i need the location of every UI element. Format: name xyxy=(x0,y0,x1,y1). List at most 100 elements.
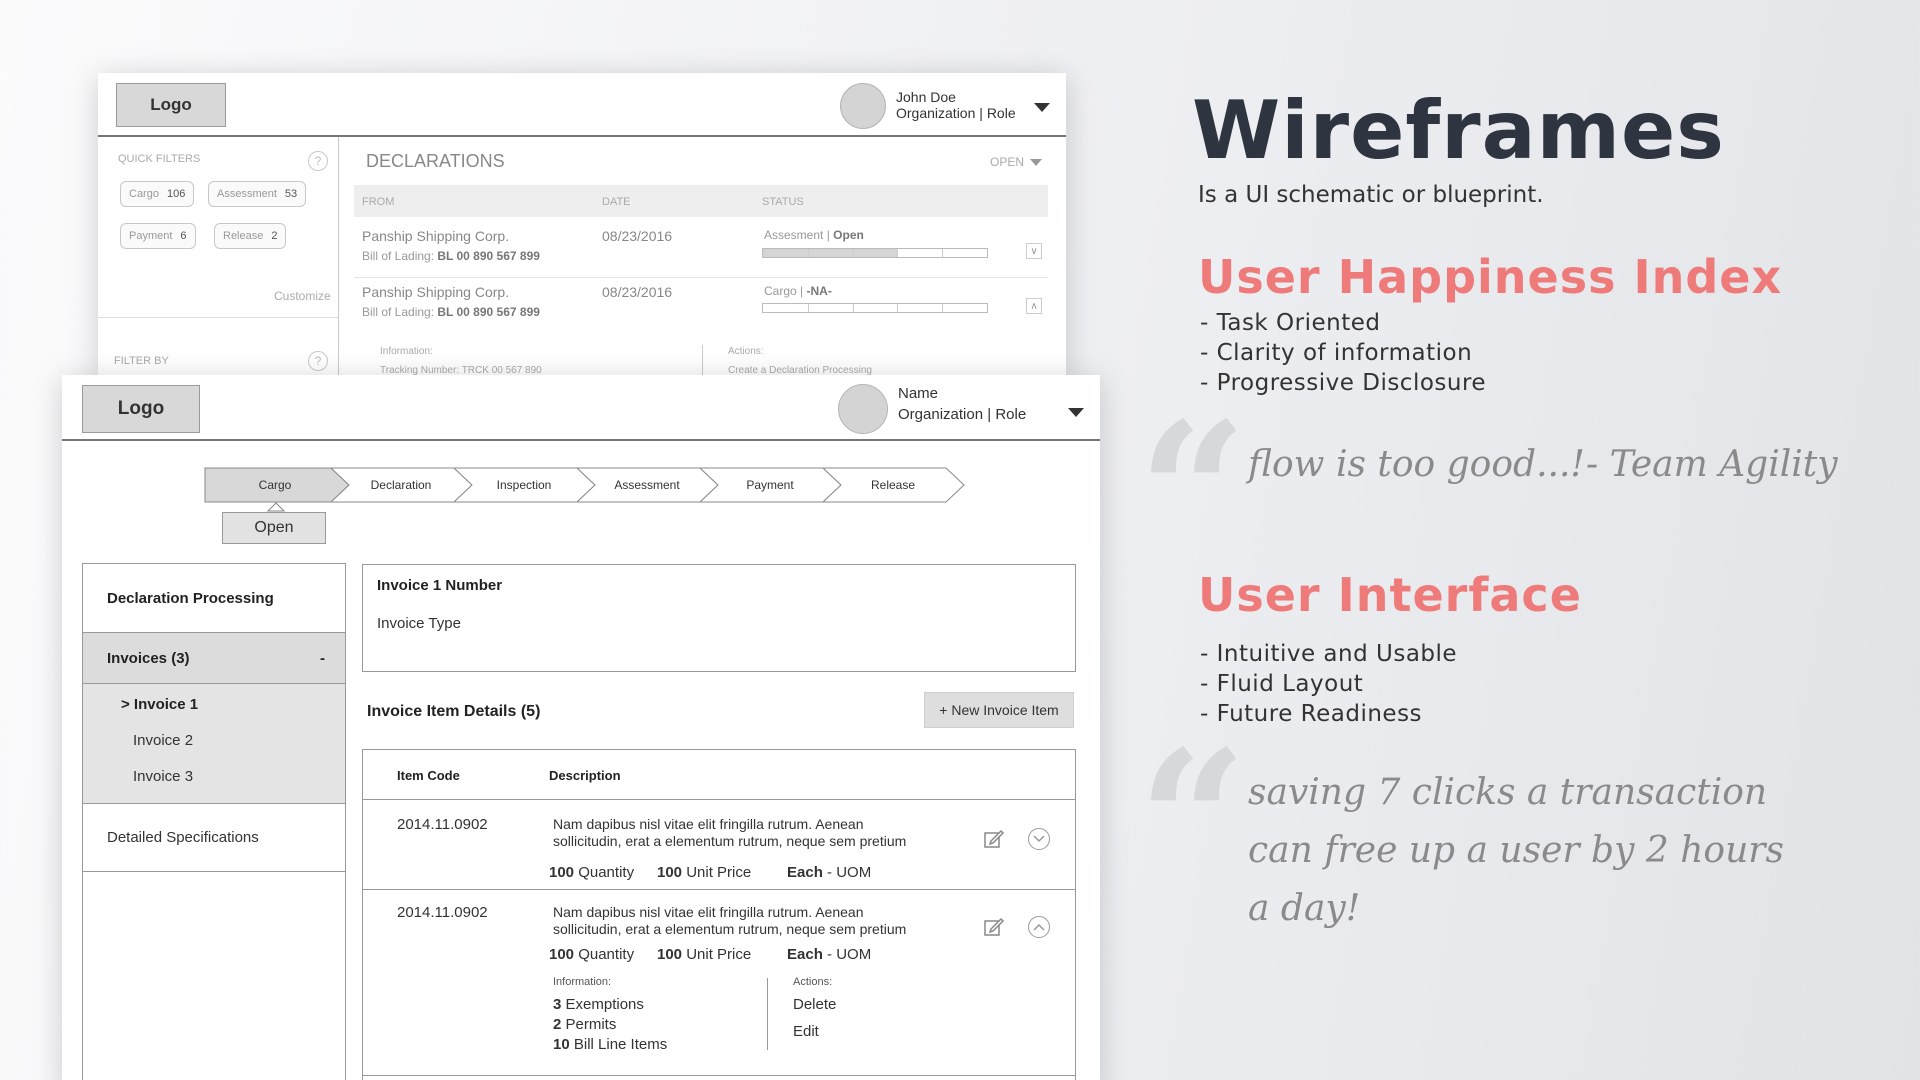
collapse-icon[interactable] xyxy=(1028,916,1050,938)
invoice-header-panel: Invoice 1 Number Invoice Type xyxy=(362,564,1076,672)
progress-tick xyxy=(852,249,854,257)
col-description: Description xyxy=(549,768,621,783)
logo[interactable]: Logo xyxy=(82,385,200,433)
sidebar-item-invoices[interactable]: Invoices (3) - xyxy=(83,632,345,684)
item-quantity: 100 Quantity xyxy=(549,864,635,881)
filter-pill-cargo[interactable]: Cargo 106 xyxy=(120,181,195,207)
col-date: DATE xyxy=(602,196,631,208)
sidebar-divider xyxy=(338,137,339,375)
info-permits: 2 Permits xyxy=(553,1016,617,1033)
status-filter[interactable]: OPEN xyxy=(990,155,1024,169)
quote-text: can free up a user by 2 hours xyxy=(1248,830,1784,871)
collapse-icon[interactable]: - xyxy=(320,650,325,667)
ui-title: User Interface xyxy=(1198,568,1582,622)
status-progress xyxy=(762,248,988,258)
sidebar: Declaration Processing Invoices (3) - > … xyxy=(82,563,346,1080)
chevron-down-icon[interactable] xyxy=(1030,159,1042,166)
quote-icon: “ xyxy=(1138,709,1248,932)
chevron-down-icon[interactable] xyxy=(1068,408,1084,417)
expand-icon[interactable] xyxy=(1028,828,1050,850)
progress-tick xyxy=(897,249,899,257)
table-row[interactable]: 2014.11.0902 Nam dapibus nisl vitae elit… xyxy=(363,890,1075,1080)
ui-item: - Fluid Layout xyxy=(1200,671,1364,697)
tracking-number: Tracking Number: TRCK 00 567 890 xyxy=(380,365,542,375)
row-status: Cargo | -NA- xyxy=(764,284,832,298)
avatar[interactable] xyxy=(838,384,888,434)
progress-tick xyxy=(807,249,809,257)
col-status: STATUS xyxy=(762,196,804,208)
step-label: Declaration xyxy=(371,478,432,492)
item-unit-price: 100 Unit Price xyxy=(657,946,752,963)
col-from: FROM xyxy=(362,196,395,208)
item-code: 2014.11.0902 xyxy=(397,904,488,921)
new-invoice-item-button[interactable]: + New Invoice Item xyxy=(924,692,1074,728)
sidebar-item-invoice-2[interactable]: Invoice 2 xyxy=(133,732,193,749)
ui-item: - Intuitive and Usable xyxy=(1200,641,1458,667)
table-row[interactable]: 2014.11.0902 Nam dapibus nisl vitae elit… xyxy=(363,800,1075,890)
user-name: John Doe xyxy=(896,89,956,105)
pointer-icon xyxy=(266,502,286,512)
table-header: Item Code Description xyxy=(363,750,1075,800)
quote-icon: “ xyxy=(1138,381,1248,604)
progress-tick xyxy=(897,304,899,312)
row-divider xyxy=(354,277,1048,278)
row-date: 08/23/2016 xyxy=(602,284,673,300)
help-icon[interactable]: ? xyxy=(308,151,328,171)
invoices-label: Invoices (3) xyxy=(107,649,190,667)
row-company[interactable]: Panship Shipping Corp. xyxy=(362,284,509,300)
filter-pill-release[interactable]: Release 2 xyxy=(214,223,287,249)
item-description: Nam dapibus nisl vitae elit fringilla ru… xyxy=(553,816,907,849)
step-label: Inspection xyxy=(497,478,552,492)
filter-pill-assessment[interactable]: Assessment 53 xyxy=(208,181,307,207)
row-company[interactable]: Panship Shipping Corp. xyxy=(362,228,509,244)
expand-icon[interactable]: ∨ xyxy=(1026,243,1042,259)
progress-tick xyxy=(942,249,944,257)
row-status: Assesment | Open xyxy=(764,228,864,242)
page-subtitle: Is a UI schematic or blueprint. xyxy=(1198,182,1544,208)
row-bol: Bill of Lading: BL 00 890 567 899 xyxy=(362,249,540,263)
info-label: Information: xyxy=(380,346,433,357)
chevron-down-icon[interactable] xyxy=(1034,103,1050,112)
user-org-role: Organization | Role xyxy=(898,406,1027,423)
help-icon[interactable]: ? xyxy=(308,351,328,371)
edit-icon[interactable] xyxy=(983,916,1005,938)
actions-label: Actions: xyxy=(728,346,764,357)
item-uom: Each - UOM xyxy=(787,946,872,963)
sidebar-item-invoice-3[interactable]: Invoice 3 xyxy=(133,768,193,785)
actions-label: Actions: xyxy=(793,976,833,988)
logo[interactable]: Logo xyxy=(116,83,226,127)
edit-icon[interactable] xyxy=(983,828,1005,850)
collapse-icon[interactable]: ∧ xyxy=(1026,298,1042,314)
status-progress xyxy=(762,303,988,313)
process-steps: Cargo Declaration Inspection Assessment … xyxy=(204,467,965,503)
sidebar-item-detailed-specifications[interactable]: Detailed Specifications xyxy=(83,804,345,872)
edit-action[interactable]: Edit xyxy=(793,1023,819,1040)
delete-action[interactable]: Delete xyxy=(793,996,836,1013)
filter-pill-payment[interactable]: Payment 6 xyxy=(120,223,196,249)
user-name: Name xyxy=(898,385,939,402)
step-label: Release xyxy=(871,478,915,492)
quick-filters-label: QUICK FILTERS xyxy=(118,153,201,165)
progress-tick xyxy=(807,304,809,312)
happiness-title: User Happiness Index xyxy=(1198,250,1783,304)
item-description: Nam dapibus nisl vitae elit fringilla ru… xyxy=(553,904,907,937)
item-unit-price: 100 Unit Price xyxy=(657,864,752,881)
sidebar-item-declaration-processing[interactable]: Declaration Processing xyxy=(83,564,345,632)
row-bol: Bill of Lading: BL 00 890 567 899 xyxy=(362,305,540,319)
invoice-type: Invoice Type xyxy=(377,615,461,632)
create-declaration-action[interactable]: Create a Declaration Processing xyxy=(728,365,872,375)
header-divider xyxy=(62,439,1100,441)
customize-link[interactable]: Customize xyxy=(274,289,331,303)
step-label: Payment xyxy=(746,478,794,492)
sidebar-item-invoice-1[interactable]: > Invoice 1 xyxy=(121,696,198,713)
row-date: 08/23/2016 xyxy=(602,228,673,244)
quote-author: - Team Agility xyxy=(1586,444,1838,485)
row-divider xyxy=(363,1075,1075,1076)
quote-text: flow is too good...! xyxy=(1248,444,1585,485)
col-item-code: Item Code xyxy=(397,768,460,783)
invoice-items-table: Item Code Description 2014.11.0902 Nam d… xyxy=(362,749,1076,1080)
avatar[interactable] xyxy=(840,83,886,129)
progress-tick xyxy=(942,304,944,312)
quote-text: a day! xyxy=(1248,888,1361,929)
user-org-role: Organization | Role xyxy=(896,105,1016,121)
